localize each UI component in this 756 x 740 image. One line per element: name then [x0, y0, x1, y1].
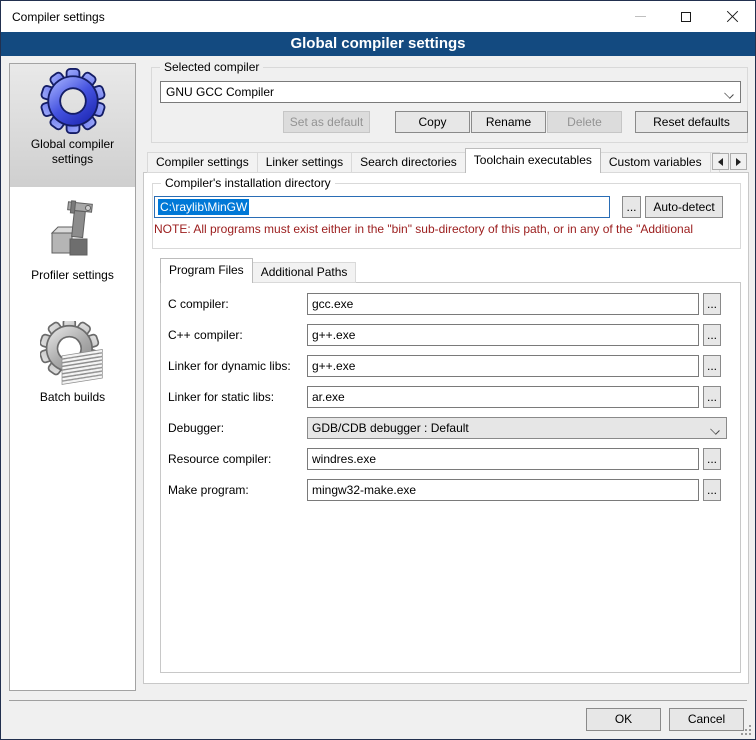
compiler-settings-dialog: Compiler settings Global compiler settin…	[0, 0, 756, 740]
tab-compiler-settings[interactable]: Compiler settings	[147, 152, 258, 173]
sidebar-item-label: Profiler settings	[10, 265, 135, 283]
make-program-input[interactable]	[307, 479, 699, 501]
sidebar-item-profiler-settings[interactable]: Profiler settings	[10, 195, 135, 297]
browse-dynamic-linker-button[interactable]: ...	[703, 355, 721, 377]
tab-custom-variables[interactable]: Custom variables	[600, 152, 711, 173]
tab-search-directories[interactable]: Search directories	[351, 152, 466, 173]
sidebar-item-global-compiler-settings[interactable]: Global compiler settings	[10, 64, 135, 187]
copy-button[interactable]: Copy	[395, 111, 470, 133]
cpp-compiler-input[interactable]	[307, 324, 699, 346]
sidebar-item-batch-builds[interactable]: Batch builds	[10, 317, 135, 421]
installation-directory-input[interactable]: C:\raylib\MinGW	[154, 196, 610, 218]
settings-tab-bar: Compiler settings Linker settings Search…	[147, 148, 709, 173]
page-title: Global compiler settings	[1, 32, 755, 56]
chevron-down-icon	[725, 90, 733, 98]
resource-compiler-input[interactable]	[307, 448, 699, 470]
cancel-button[interactable]: Cancel	[669, 708, 744, 731]
compiler-select-value: GNU GCC Compiler	[166, 85, 274, 99]
selected-compiler-group: Selected compiler GNU GCC Compiler Set a…	[151, 67, 748, 143]
debugger-select-value: GDB/CDB debugger : Default	[312, 421, 469, 435]
field-label: Debugger:	[168, 417, 303, 439]
bin-subdirectory-note: NOTE: All programs must exist either in …	[154, 222, 728, 236]
field-label: Make program:	[168, 479, 303, 501]
group-label: Compiler's installation directory	[161, 176, 335, 190]
maximize-icon	[681, 12, 691, 22]
settings-sidebar: Global compiler settings Profiler sett	[9, 63, 136, 691]
browse-cpp-compiler-button[interactable]: ...	[703, 324, 721, 346]
rename-button[interactable]: Rename	[471, 111, 546, 133]
browse-resource-compiler-button[interactable]: ...	[703, 448, 721, 470]
set-as-default-button[interactable]: Set as default	[283, 111, 370, 133]
close-icon	[726, 10, 739, 23]
c-compiler-input[interactable]	[307, 293, 699, 315]
close-button[interactable]	[709, 1, 755, 32]
browse-static-linker-button[interactable]: ...	[703, 386, 721, 408]
tab-linker-settings[interactable]: Linker settings	[257, 152, 352, 173]
triangle-right-icon	[736, 158, 741, 166]
static-linker-input[interactable]	[307, 386, 699, 408]
toolchain-executables-page: Compiler's installation directory C:\ray…	[143, 172, 749, 684]
caption-buttons	[617, 1, 755, 32]
delete-button[interactable]: Delete	[547, 111, 622, 133]
triangle-left-icon	[718, 158, 723, 166]
gear-stack-icon	[10, 317, 135, 387]
debugger-select[interactable]: GDB/CDB debugger : Default	[307, 417, 727, 439]
tab-toolchain-executables[interactable]: Toolchain executables	[465, 148, 601, 173]
browse-make-program-button[interactable]: ...	[703, 479, 721, 501]
browse-c-compiler-button[interactable]: ...	[703, 293, 721, 315]
tab-additional-paths[interactable]: Additional Paths	[252, 262, 357, 283]
resize-grip[interactable]	[749, 725, 751, 727]
reset-defaults-button[interactable]: Reset defaults	[635, 111, 748, 133]
compiler-select[interactable]: GNU GCC Compiler	[160, 81, 741, 103]
field-label: C compiler:	[168, 293, 303, 315]
caliper-icon	[10, 195, 135, 265]
auto-detect-button[interactable]: Auto-detect	[645, 196, 723, 218]
blue-gear-icon	[10, 64, 135, 134]
selected-path-text: C:\raylib\MinGW	[158, 199, 249, 215]
tab-scroll-left-button[interactable]	[712, 153, 729, 170]
sidebar-item-label: Global compiler settings	[10, 134, 135, 167]
sidebar-item-label: Batch builds	[10, 387, 135, 405]
footer-divider	[9, 700, 747, 701]
maximize-button[interactable]	[663, 1, 709, 32]
field-label: Linker for dynamic libs:	[168, 355, 303, 377]
program-files-tab-bar: Program Files Additional Paths	[160, 259, 356, 283]
window-title: Compiler settings	[1, 10, 105, 24]
dynamic-linker-input[interactable]	[307, 355, 699, 377]
ok-button[interactable]: OK	[586, 708, 661, 731]
tab-program-files[interactable]: Program Files	[160, 258, 253, 283]
browse-directory-button[interactable]: ...	[622, 196, 641, 218]
field-label: Linker for static libs:	[168, 386, 303, 408]
field-label: C++ compiler:	[168, 324, 303, 346]
chevron-down-icon	[711, 426, 719, 434]
tab-scroll-right-button[interactable]	[730, 153, 747, 170]
group-label: Selected compiler	[160, 60, 263, 74]
field-label: Resource compiler:	[168, 448, 303, 470]
tab-scroll-buttons	[712, 153, 747, 170]
minimize-icon	[635, 16, 646, 17]
minimize-button[interactable]	[617, 1, 663, 32]
title-bar[interactable]: Compiler settings	[1, 1, 755, 32]
